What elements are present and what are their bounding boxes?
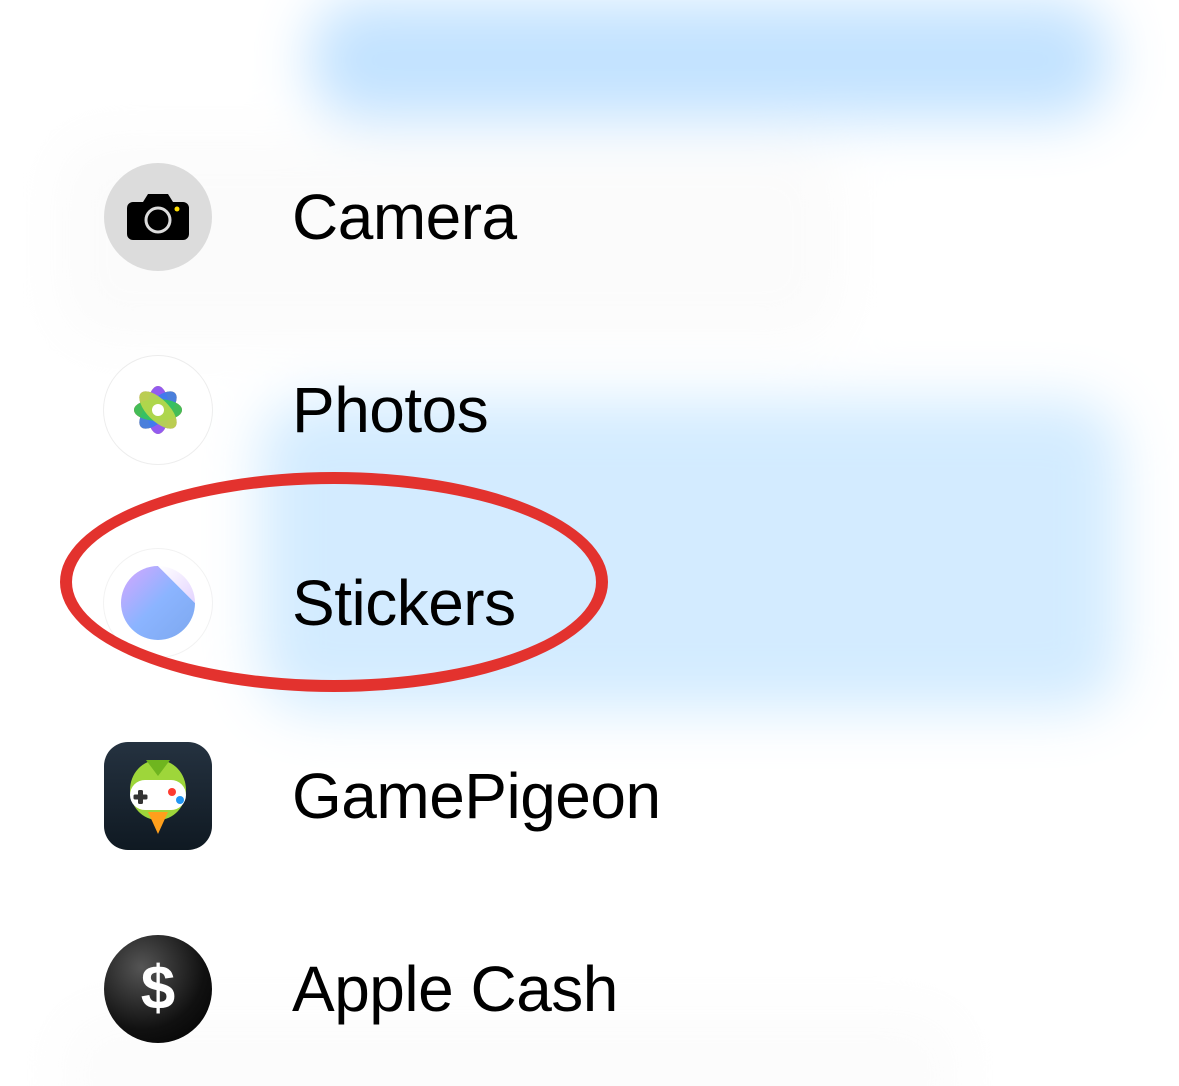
menu-item-gamepigeon[interactable]: GamePigeon	[0, 699, 661, 892]
menu-item-photos[interactable]: Photos	[0, 313, 661, 506]
stickers-icon	[104, 549, 212, 657]
apple-cash-icon: $	[104, 935, 212, 1043]
menu-item-label: Photos	[292, 373, 488, 447]
menu-item-label: Apple Cash	[292, 952, 618, 1026]
gamepigeon-icon	[104, 742, 212, 850]
menu-item-camera[interactable]: Camera	[0, 120, 661, 313]
camera-icon	[104, 163, 212, 271]
menu-item-label: Stickers	[292, 566, 516, 640]
menu-item-label: Camera	[292, 180, 517, 254]
menu-item-label: GamePigeon	[292, 759, 661, 833]
attachment-menu: Camera Photos	[0, 120, 661, 1085]
photos-icon	[104, 356, 212, 464]
menu-item-stickers[interactable]: Stickers	[0, 506, 661, 699]
menu-item-apple-cash[interactable]: $ Apple Cash	[0, 892, 661, 1085]
